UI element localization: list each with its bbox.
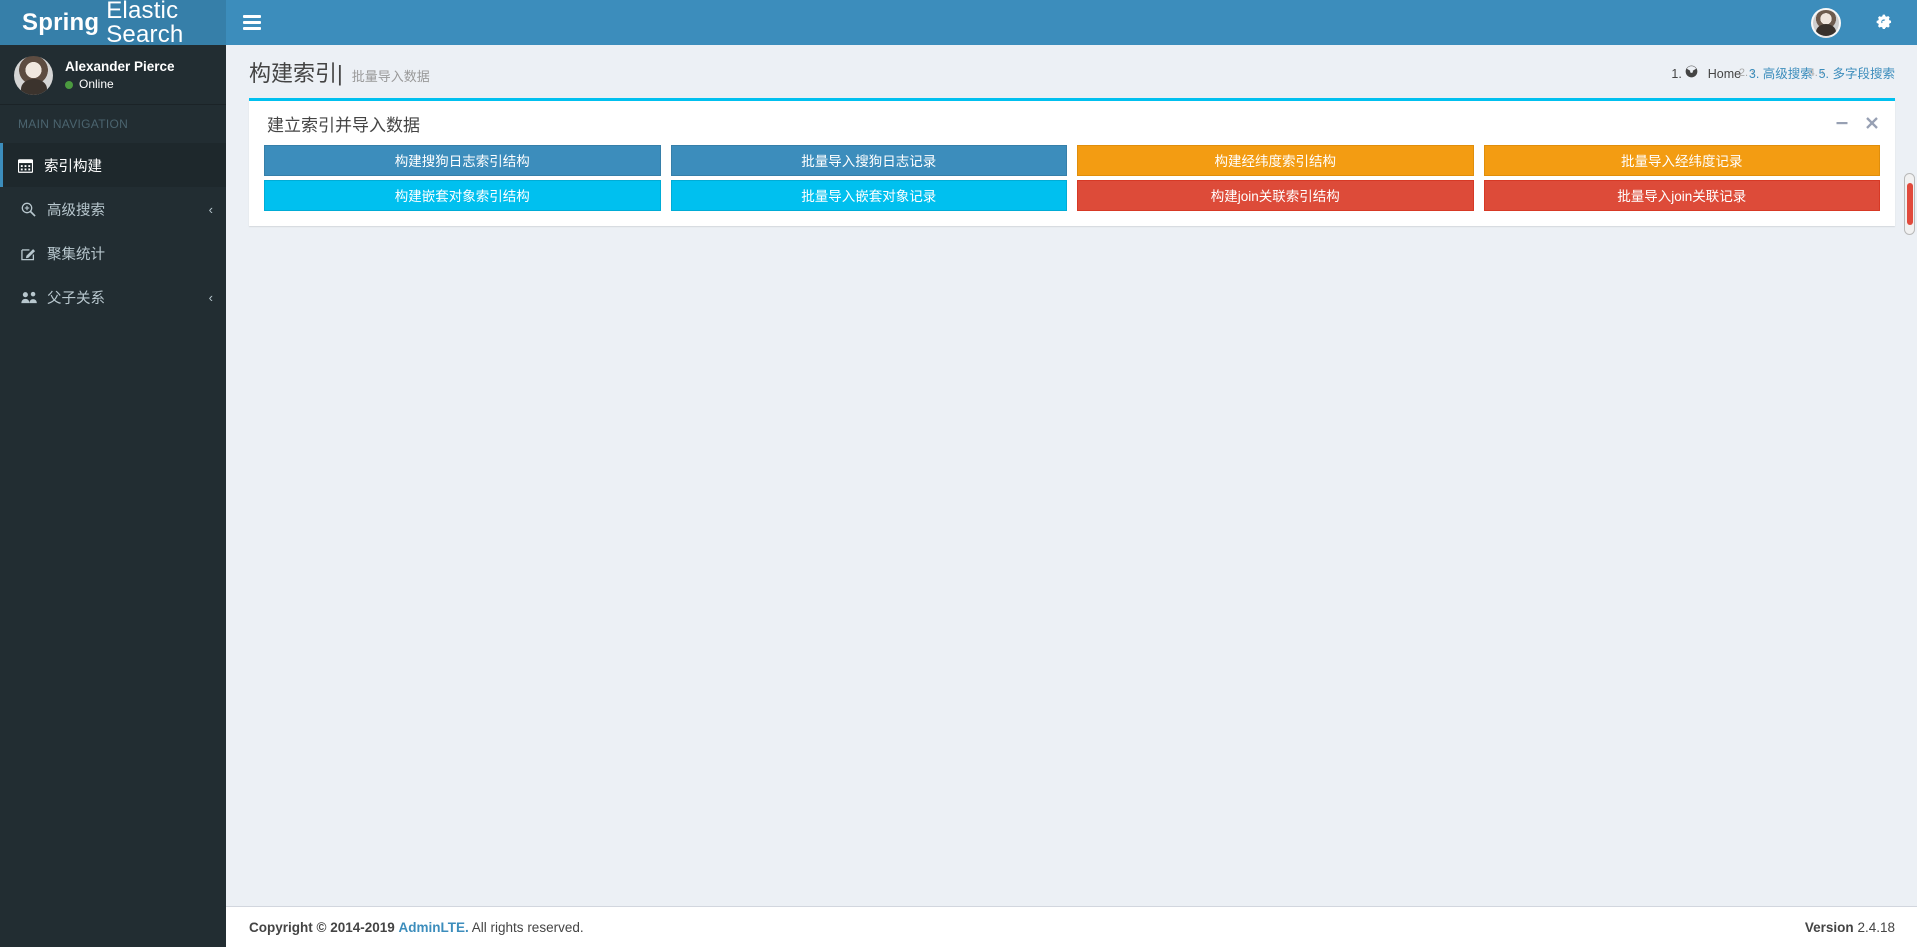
version-label: Version bbox=[1804, 919, 1854, 935]
main-footer: Copyright © 2014-2019 AdminLTE. All righ… bbox=[226, 906, 1917, 947]
user-name: Alexander Pierce bbox=[65, 59, 175, 74]
adminlte-link[interactable]: AdminLTE. bbox=[399, 920, 469, 935]
page-subtitle: 批量导入数据 bbox=[351, 69, 430, 84]
breadcrumb-item-multifield-search[interactable]: 多字段搜索 bbox=[1832, 63, 1895, 82]
breadcrumb-label: Home bbox=[1707, 66, 1742, 81]
user-info: Alexander Pierce Online bbox=[65, 56, 175, 93]
build-geo-index-button[interactable]: 构建经纬度索引结构 bbox=[1077, 145, 1474, 176]
user-avatar-icon[interactable] bbox=[1811, 7, 1841, 38]
sidebar-item-aggregation-stats[interactable]: 聚集统计 bbox=[0, 231, 226, 275]
sidebar-item-advanced-search[interactable]: 高级搜索 ‹ bbox=[0, 187, 226, 231]
box-body: 构建搜狗日志索引结构 构建嵌套对象索引结构 批量导入搜狗日志记录 批量导入嵌套对… bbox=[249, 145, 1895, 226]
footer-version: Version 2.4.18 bbox=[1805, 920, 1895, 935]
sidebar-chevron: ‹ bbox=[208, 201, 213, 217]
left-sidebar: Alexander Pierce Online MAIN NAVIGATION … bbox=[0, 45, 226, 947]
main-header: Spring Elastic Search bbox=[0, 0, 1917, 48]
sidebar-item-label: 父子关系 bbox=[47, 290, 105, 307]
sidebar-toggle-button[interactable] bbox=[226, 0, 278, 45]
button-column: 批量导入经纬度记录 批量导入join关联记录 bbox=[1479, 145, 1886, 215]
bulk-import-nested-object-button[interactable]: 批量导入嵌套对象记录 bbox=[670, 180, 1067, 211]
page-scrollbar[interactable] bbox=[1900, 45, 1917, 947]
sidebar-chevron: ‹ bbox=[208, 289, 213, 305]
sidebar-item-index-build[interactable]: 索引构建 bbox=[0, 143, 226, 187]
button-column: 构建经纬度索引结构 构建join关联索引结构 bbox=[1072, 145, 1479, 215]
breadcrumb-item-home[interactable]: Home bbox=[1685, 65, 1741, 81]
build-join-index-button[interactable]: 构建join关联索引结构 bbox=[1077, 180, 1474, 211]
navbar-right-menu bbox=[1811, 0, 1917, 45]
content-header: 构建索引| 批量导入数据 Home › 高级搜索 › 多字段搜索 bbox=[226, 45, 1917, 98]
footer-copyright: Copyright © 2014-2019 AdminLTE. All righ… bbox=[249, 920, 1805, 935]
page-title: 构建索引| 批量导入数据 bbox=[249, 61, 430, 90]
copyright-suffix: All rights reserved. bbox=[471, 919, 584, 935]
box-tools bbox=[1835, 116, 1883, 130]
close-button[interactable] bbox=[1865, 116, 1879, 130]
online-status-icon bbox=[65, 80, 73, 89]
page-title-divider: | bbox=[337, 61, 343, 86]
gears-icon[interactable] bbox=[1871, 14, 1897, 32]
content-wrapper: 构建索引| 批量导入数据 Home › 高级搜索 › 多字段搜索 建立索引并导入数… bbox=[226, 45, 1917, 906]
button-column: 批量导入搜狗日志记录 批量导入嵌套对象记录 bbox=[666, 145, 1073, 215]
button-column: 构建搜狗日志索引结构 构建嵌套对象索引结构 bbox=[259, 145, 666, 215]
sidebar-item-label: 高级搜索 bbox=[47, 202, 105, 219]
breadcrumb-item-advanced-search[interactable]: 高级搜索 bbox=[1763, 63, 1813, 82]
page-title-text: 构建索引 bbox=[249, 61, 338, 86]
sidebar-section-header: MAIN NAVIGATION bbox=[18, 117, 129, 131]
edit-square-icon bbox=[21, 246, 47, 261]
box-title: 建立索引并导入数据 bbox=[267, 115, 420, 135]
sidebar-item-label: 索引构建 bbox=[44, 158, 102, 175]
users-icon bbox=[21, 290, 47, 305]
build-nested-object-index-button[interactable]: 构建嵌套对象索引结构 bbox=[264, 180, 661, 211]
action-button-grid: 构建搜狗日志索引结构 构建嵌套对象索引结构 批量导入搜狗日志记录 批量导入嵌套对… bbox=[249, 145, 1895, 215]
top-navbar bbox=[226, 0, 1917, 45]
copyright-prefix: Copyright © 2014-2019 bbox=[249, 919, 395, 935]
dashboard-icon bbox=[1685, 65, 1698, 78]
bulk-import-sogou-log-button[interactable]: 批量导入搜狗日志记录 bbox=[670, 145, 1067, 176]
user-status: Online bbox=[65, 76, 175, 93]
version-number: 2.4.18 bbox=[1857, 919, 1895, 935]
user-status-label: Online bbox=[79, 77, 114, 91]
sidebar-item-parent-child[interactable]: 父子关系 ‹ bbox=[0, 275, 226, 319]
box-header: 建立索引并导入数据 bbox=[249, 101, 1895, 145]
search-plus-icon bbox=[21, 202, 47, 217]
sidebar-item-label: 聚集统计 bbox=[47, 246, 105, 263]
scrollbar-thumb[interactable] bbox=[1907, 183, 1913, 225]
logo-normal-text: Elastic Search bbox=[106, 0, 184, 48]
breadcrumb: Home › 高级搜索 › 多字段搜索 bbox=[1685, 63, 1895, 82]
logo-bold-text: Spring bbox=[22, 8, 100, 36]
bars-icon bbox=[243, 12, 261, 33]
user-panel: Alexander Pierce Online bbox=[0, 45, 226, 105]
bulk-import-geo-button[interactable]: 批量导入经纬度记录 bbox=[1483, 145, 1880, 176]
user-avatar bbox=[14, 56, 53, 95]
minimize-button[interactable] bbox=[1835, 116, 1849, 130]
app-root: Spring Elastic Search Alexander Pierce O… bbox=[0, 0, 1917, 947]
index-build-box: 建立索引并导入数据 构建搜狗日志索引结构 构建嵌套对象索引结构 批量导入搜狗日志… bbox=[249, 98, 1895, 226]
bulk-import-join-button[interactable]: 批量导入join关联记录 bbox=[1483, 180, 1880, 211]
build-sogou-log-index-button[interactable]: 构建搜狗日志索引结构 bbox=[264, 145, 661, 176]
app-logo[interactable]: Spring Elastic Search bbox=[0, 0, 226, 48]
calendar-icon bbox=[18, 158, 44, 173]
